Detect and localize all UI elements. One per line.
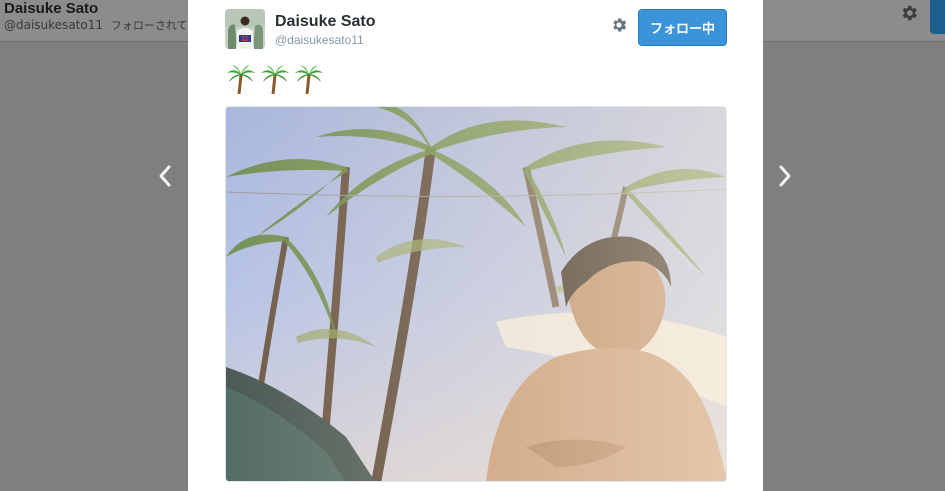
beach-photo-image (226, 107, 726, 481)
avatar[interactable]: 11 (225, 9, 265, 49)
palm-tree-icon (261, 65, 289, 95)
background-profile-handle: @daisukesato11 (4, 18, 103, 32)
chevron-left-icon[interactable] (155, 163, 175, 189)
chevron-right-icon[interactable] (775, 163, 795, 189)
svg-text:11: 11 (241, 36, 249, 43)
tweet-author-handle[interactable]: @daisukesato11 (275, 33, 364, 47)
tweet-author-name[interactable]: Daisuke Sato (275, 13, 375, 31)
background-handle-line: @daisukesato11 フォローされていま (4, 17, 210, 33)
background-gear-icon[interactable] (899, 3, 919, 23)
tweet-text (226, 63, 324, 95)
palm-tree-icon (295, 65, 323, 95)
tweet-permalink-modal: 11 Daisuke Sato @daisukesato11 フォロー中 (188, 0, 763, 491)
palm-tree-icon (227, 65, 255, 95)
tweet-photo[interactable] (225, 106, 727, 482)
gear-icon[interactable] (610, 16, 628, 34)
background-follow-button-edge[interactable] (930, 0, 945, 34)
background-profile-name: Daisuke Sato (4, 0, 99, 17)
following-button[interactable]: フォロー中 (638, 9, 727, 46)
avatar-image: 11 (225, 9, 265, 49)
